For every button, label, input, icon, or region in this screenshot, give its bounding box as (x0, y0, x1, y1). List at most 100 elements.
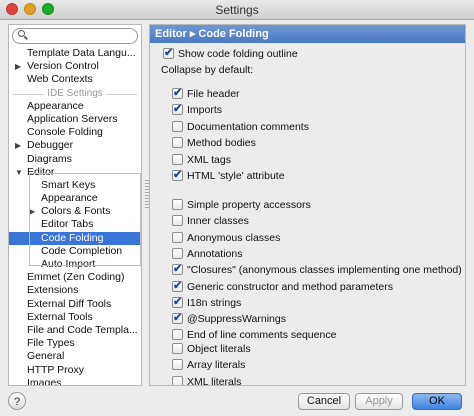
tree-item[interactable]: Console Folding (9, 126, 141, 139)
tree-item-label: Auto Import (41, 258, 96, 270)
checkbox-box[interactable] (172, 199, 183, 210)
tree-item[interactable]: HTTP Proxy (9, 364, 141, 377)
tree-item[interactable]: Auto Import (9, 258, 141, 271)
settings-tree-panel: Template Data Langu... ▶ Version Control We… (8, 24, 142, 386)
checkbox-label: "Closures" (anonymous classes implementi… (187, 264, 462, 277)
window-title: Settings (215, 3, 259, 17)
checkbox-label: End of line comments sequence (187, 329, 337, 342)
checkbox-box[interactable] (172, 154, 183, 165)
tree-item[interactable]: Code Folding (9, 231, 141, 245)
settings-tree: Template Data Langu... ▶ Version Control We… (9, 47, 141, 386)
tree-item[interactable]: ▼ Editor (9, 166, 141, 179)
apply-button[interactable]: Apply (355, 393, 403, 410)
tree-item[interactable]: Images (9, 376, 141, 386)
tree-item[interactable]: File Types (9, 337, 141, 350)
tree-item-label: External Tools (27, 310, 93, 323)
checkbox-label: Generic constructor and method parameter… (187, 280, 394, 293)
checkbox-label: Imports (187, 104, 223, 117)
collapse-by-default-label: Collapse by default: (161, 64, 254, 76)
tree-item[interactable]: External Tools (9, 311, 141, 324)
disclosure-collapsed-icon[interactable]: ▶ (15, 60, 21, 73)
checkbox-box[interactable] (172, 136, 183, 148)
tree-item[interactable]: Appearance (9, 100, 141, 113)
search-input[interactable] (31, 30, 131, 42)
tree-item[interactable]: External Diff Tools (9, 298, 141, 311)
checkbox-label: Show code folding outline (178, 48, 298, 60)
tree-item-label: File Types (27, 337, 75, 350)
checkbox-box[interactable] (172, 295, 183, 309)
settings-search[interactable] (12, 28, 138, 44)
checkbox-label: Anonymous classes (187, 231, 281, 244)
checkbox-box[interactable] (172, 231, 183, 243)
tree-item-label: Images (27, 376, 62, 386)
checkbox-box[interactable] (172, 120, 183, 132)
tree-item-label: Emmet (Zen Coding) (27, 271, 125, 284)
disclosure-expanded-icon[interactable]: ▼ (15, 166, 23, 179)
search-icon (18, 30, 25, 37)
checkbox-box[interactable] (172, 262, 183, 276)
tree-item-label: Extensions (27, 284, 79, 297)
tree-item-label: File and Code Templa... (27, 323, 138, 336)
panel-breadcrumb: Editor ▸ Code Folding (150, 25, 465, 43)
checkbox-box[interactable] (172, 279, 183, 293)
checkbox-label: Annotations (187, 247, 243, 260)
checkbox-box[interactable] (172, 311, 183, 325)
checkbox-label: Array literals (187, 359, 246, 372)
tree-item-label: Editor Tabs (41, 218, 94, 231)
tree-item-label: Code Completion (41, 244, 123, 257)
checkbox-box[interactable] (172, 215, 183, 227)
tree-item-label: Diagrams (27, 152, 72, 165)
tree-item[interactable]: Template Data Langu... (9, 47, 141, 60)
checkbox-label: File header (187, 88, 240, 100)
checkbox-label: XML tags (187, 154, 231, 166)
tree-item[interactable]: Code Completion (9, 245, 141, 258)
tree-item[interactable]: ▶ Debugger (9, 139, 141, 152)
checkbox-label: Simple property accessors (187, 199, 311, 211)
checkbox-box[interactable] (172, 86, 183, 100)
tree-item-label: External Diff Tools (27, 297, 112, 310)
tree-item[interactable]: Smart Keys (9, 179, 141, 192)
checkbox-box[interactable] (172, 329, 183, 341)
tree-item[interactable]: Extensions (9, 284, 141, 297)
code-folding-options: Show code folding outline Collapse by de… (150, 43, 465, 385)
checkbox-box[interactable] (172, 247, 183, 259)
checkbox-box[interactable] (172, 343, 183, 354)
checkbox-box[interactable] (172, 102, 183, 116)
ok-button[interactable]: OK (412, 393, 462, 410)
tree-item[interactable]: Appearance (9, 192, 141, 205)
tree-item-label: General (27, 350, 65, 363)
checkbox-box[interactable] (172, 168, 183, 182)
tree-item-label: Template Data Langu... (27, 47, 136, 59)
tree-item[interactable]: Diagrams (9, 153, 141, 166)
help-button[interactable]: ? (8, 392, 26, 410)
tree-item-label: Application Servers (27, 112, 118, 125)
disclosure-collapsed-icon[interactable]: ▶ (29, 205, 35, 218)
tree-section-header: IDE Settings (9, 87, 141, 100)
tree-item[interactable]: ▶ Colors & Fonts (9, 205, 141, 218)
tree-item[interactable]: Editor Tabs (9, 218, 141, 231)
checkbox-box[interactable] (172, 359, 183, 371)
tree-item-label: HTTP Proxy (27, 363, 84, 376)
tree-item-label: Appearance (41, 192, 98, 205)
disclosure-collapsed-icon[interactable]: ▶ (15, 139, 21, 152)
tree-item-label: Version Control (27, 60, 99, 73)
checkbox-label: Method bodies (187, 136, 256, 149)
checkbox-label: HTML 'style' attribute (187, 170, 285, 183)
cancel-button[interactable]: Cancel (298, 393, 350, 410)
checkbox-box[interactable] (163, 46, 174, 60)
checkbox-box[interactable] (172, 375, 183, 385)
tree-item[interactable]: Emmet (Zen Coding) (9, 271, 141, 284)
dialog-button-bar: ? Cancel Apply OK (0, 388, 474, 416)
tree-item-label: Console Folding (27, 126, 103, 139)
tree-item-label: IDE Settings (44, 87, 106, 99)
tree-item[interactable]: Web Contexts (9, 73, 141, 86)
tree-item[interactable]: ▶ Version Control (9, 60, 141, 73)
checkbox-label: I18n strings (187, 296, 242, 309)
tree-item[interactable]: Application Servers (9, 113, 141, 126)
tree-item[interactable]: File and Code Templa... (9, 324, 141, 337)
tree-item-label: Smart Keys (41, 178, 96, 191)
tree-item[interactable]: General (9, 350, 141, 363)
tree-item-label: Editor (27, 165, 55, 178)
tree-item-label: Code Folding (41, 231, 104, 244)
checkbox-label: XML literals (187, 375, 242, 386)
